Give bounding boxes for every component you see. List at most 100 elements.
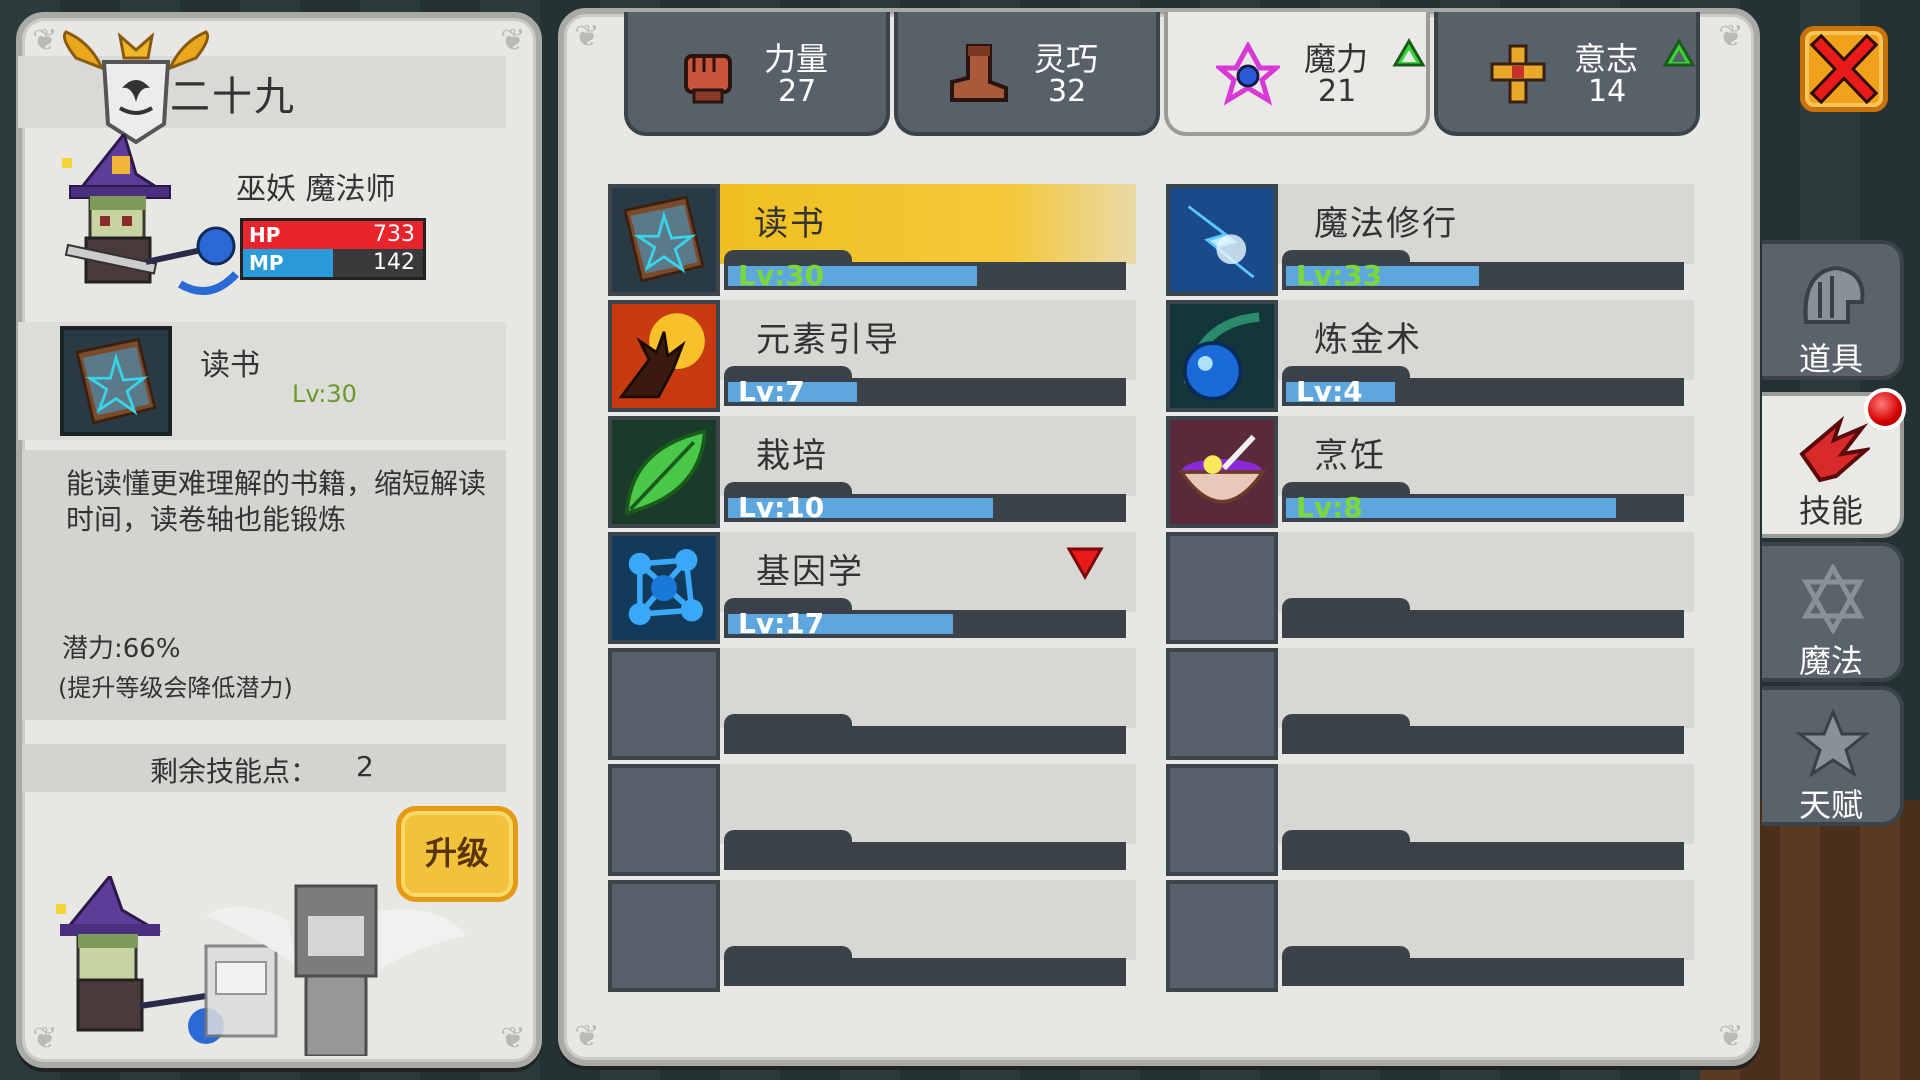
level-bar	[1282, 842, 1684, 870]
level-text: Lv:4	[1296, 375, 1363, 408]
skill-name: 炼金术	[1314, 320, 1422, 360]
book-icon	[608, 184, 720, 296]
level-tab	[1282, 946, 1410, 958]
star-icon	[1796, 708, 1870, 778]
empty-skill-slot	[608, 648, 1136, 760]
magic-star-icon	[1216, 42, 1280, 106]
level-text: Lv:8	[1296, 491, 1363, 524]
level-tab	[1282, 598, 1410, 610]
empty-skill-slot	[1166, 880, 1694, 992]
level-tab	[1282, 830, 1410, 842]
level-text: Lv:7	[738, 375, 805, 408]
skill-slot-reading[interactable]: 读书 Lv:30	[608, 184, 1136, 296]
level-text: Lv:33	[1296, 259, 1383, 292]
tab-magic-power[interactable]: 魔力 21	[1164, 12, 1430, 136]
empty-skill-slot	[1166, 532, 1694, 644]
level-bar: Lv:7	[724, 378, 1126, 406]
tab-dexterity[interactable]: 灵巧 32	[894, 12, 1160, 136]
mp-value: 142	[373, 250, 415, 275]
mp-label: MP	[249, 251, 284, 275]
side-tab-label: 道具	[1798, 340, 1863, 378]
skill-name: 基因学	[756, 552, 864, 592]
skill-potential-note: (提升等级会降低潜力)	[58, 674, 293, 702]
skill-points-value: 2	[356, 750, 374, 783]
winged-crest-icon	[62, 30, 210, 145]
mp-bar: MP 142	[243, 249, 423, 277]
skill-name: 读书	[754, 204, 826, 244]
hp-label: HP	[249, 223, 281, 247]
level-bar: Lv:33	[1282, 262, 1684, 290]
level-bar: Lv:17	[724, 610, 1126, 638]
close-button[interactable]	[1800, 26, 1888, 112]
side-tab-label: 技能	[1798, 492, 1863, 530]
corner-ornament-icon: ❦	[574, 19, 600, 54]
skill-name: 魔法修行	[1314, 204, 1458, 244]
decrease-arrow-icon	[1066, 547, 1104, 580]
book-icon	[60, 326, 172, 436]
level-text: Lv:17	[738, 607, 825, 640]
skill-name: 栽培	[756, 436, 828, 476]
hexagram-icon	[1801, 564, 1865, 634]
boot-icon	[950, 44, 1008, 102]
skill-slot-cultivation[interactable]: 栽培 Lv:10	[608, 416, 1136, 528]
skill-slot-magic-training[interactable]: 魔法修行 Lv:33	[1166, 184, 1694, 296]
empty-icon-slot	[1166, 532, 1278, 644]
skill-slot-elemental[interactable]: 元素引导 Lv:7	[608, 300, 1136, 412]
side-tab-magic[interactable]: 魔法	[1762, 542, 1904, 682]
level-text: Lv:10	[738, 491, 825, 524]
close-icon	[1809, 33, 1879, 105]
level-tab	[724, 714, 852, 726]
empty-icon-slot	[608, 880, 720, 992]
skill-slot-genetics[interactable]: 基因学 Lv:17	[608, 532, 1136, 644]
tab-strength[interactable]: 力量 27	[624, 12, 890, 136]
level-tab	[724, 946, 852, 958]
level-bar: Lv:8	[1282, 494, 1684, 522]
hp-bar: HP 733	[243, 221, 423, 249]
claw-icon	[1799, 415, 1870, 483]
skill-potential: 潜力:66%	[62, 634, 181, 664]
tab-willpower[interactable]: 意志 14	[1434, 12, 1700, 136]
fist-icon	[684, 54, 732, 104]
empty-icon-slot	[1166, 880, 1278, 992]
fire-hand-icon	[608, 300, 720, 412]
side-tab-talent[interactable]: 天赋	[1762, 686, 1904, 826]
skill-slot-alchemy[interactable]: 炼金术 Lv:4	[1166, 300, 1694, 412]
selected-skill-level: Lv:30	[292, 380, 357, 408]
level-bar: Lv:4	[1282, 378, 1684, 406]
lich-mage-sprite	[62, 134, 239, 295]
level-bar	[724, 726, 1126, 754]
corner-ornament-icon: ❦	[1718, 1019, 1744, 1054]
hp-value: 733	[373, 222, 415, 247]
corner-ornament-icon: ❦	[500, 23, 526, 58]
attr-value: 27	[778, 74, 817, 109]
corner-ornament-icon: ❦	[574, 1019, 600, 1054]
level-tab	[724, 830, 852, 842]
empty-skill-slot	[1166, 648, 1694, 760]
notification-badge	[1864, 388, 1906, 430]
skill-description: 能读懂更难理解的书籍，缩短解读时间，读卷轴也能锻炼	[66, 467, 487, 536]
side-tab-label: 魔法	[1798, 642, 1863, 680]
level-bar	[1282, 726, 1684, 754]
empty-icon-slot	[608, 648, 720, 760]
level-bar	[724, 842, 1126, 870]
level-bar	[1282, 958, 1684, 986]
potion-icon	[1166, 300, 1278, 412]
increase-arrow-icon	[1392, 38, 1426, 67]
bowl-icon	[1166, 416, 1278, 528]
skill-slot-cooking[interactable]: 烹饪 Lv:8	[1166, 416, 1694, 528]
corner-ornament-icon: ❦	[500, 1021, 526, 1056]
empty-skill-slot	[608, 764, 1136, 876]
leaf-icon	[608, 416, 720, 528]
level-bar: Lv:10	[724, 494, 1126, 522]
selected-skill-name: 读书	[200, 348, 260, 383]
helmet-icon	[1803, 265, 1865, 324]
level-bar	[1282, 610, 1684, 638]
skill-name: 烹饪	[1314, 436, 1386, 476]
empty-skill-slot	[1166, 764, 1694, 876]
lightning-icon	[1166, 184, 1278, 296]
skill-points-label: 剩余技能点：	[150, 755, 319, 788]
side-tab-items[interactable]: 道具	[1762, 240, 1904, 380]
level-text: Lv:30	[738, 259, 825, 292]
attr-value: 14	[1588, 74, 1627, 109]
cross-shield-icon	[1490, 44, 1546, 104]
